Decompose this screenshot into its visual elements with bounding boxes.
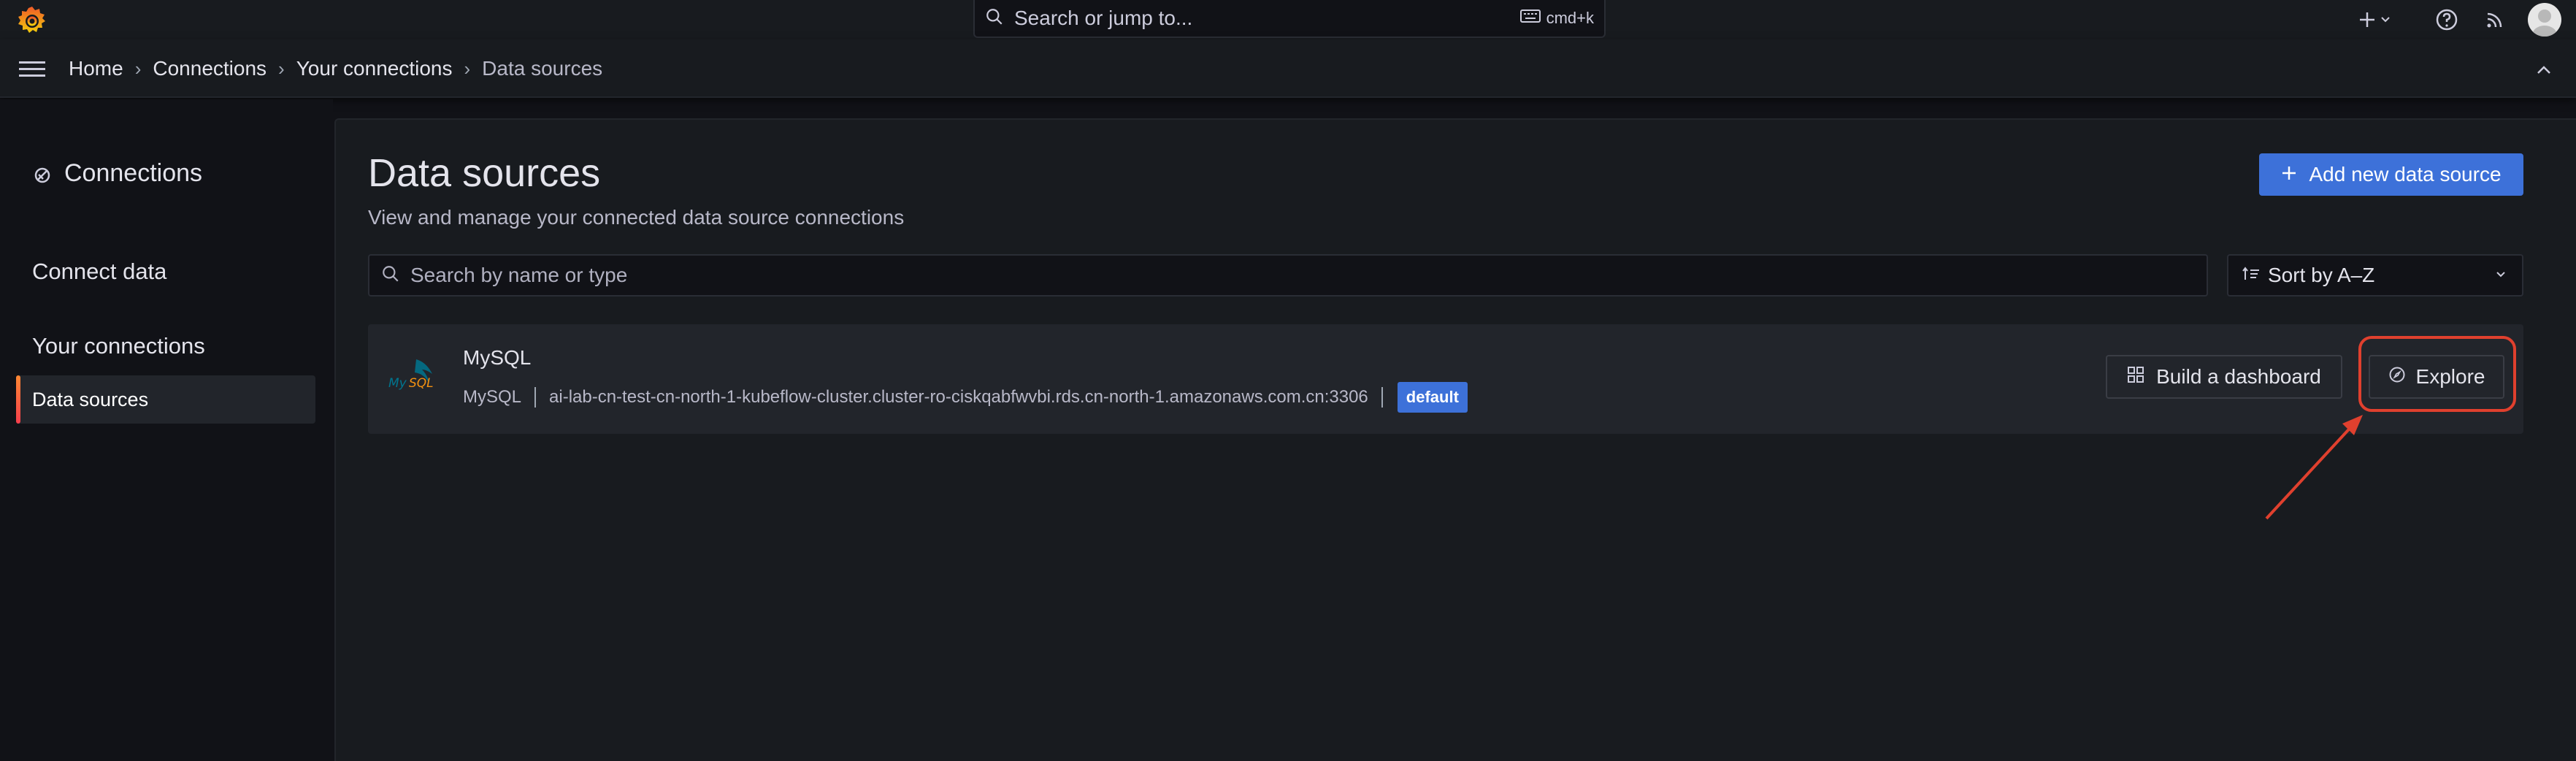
new-menu-button[interactable] [2355, 7, 2390, 32]
search-placeholder: Search by name or type [410, 264, 628, 286]
sidebar-item-data-sources[interactable]: Data sources [16, 375, 315, 424]
search-placeholder: Search or jump to... [1014, 7, 1193, 29]
datasource-card[interactable]: My SQL MySQL MySQL ai-lab-cn-test-cn-nor… [368, 324, 2523, 434]
build-dashboard-label: Build a dashboard [2156, 365, 2321, 388]
global-search-input[interactable]: Search or jump to... cmd+k [973, 0, 1606, 38]
shortcut-label: cmd+k [1546, 9, 1594, 27]
annotation-highlight-box [2358, 336, 2516, 412]
build-dashboard-button[interactable]: Build a dashboard [2106, 355, 2342, 399]
connections-icon [32, 164, 53, 184]
sort-icon [2242, 266, 2261, 286]
top-bar: Search or jump to... cmd+k [0, 0, 2576, 39]
sidebar-item-label: Data sources [32, 388, 149, 410]
breadcrumb-home[interactable]: Home [69, 57, 123, 80]
sidebar: Connections Connect data Your connection… [0, 99, 333, 761]
grafana-logo-icon[interactable] [16, 4, 48, 37]
datasource-search-input[interactable]: Search by name or type [368, 254, 2208, 297]
sidebar-item-connect-data[interactable]: Connect data [32, 259, 166, 285]
page-subtitle: View and manage your connected data sour… [368, 206, 905, 229]
datasource-meta: MySQL ai-lab-cn-test-cn-north-1-kubeflow… [463, 381, 1468, 413]
add-button-label: Add new data source [2309, 163, 2502, 186]
divider [1381, 387, 1383, 408]
keyboard-icon [1519, 9, 1541, 28]
default-badge: default [1397, 382, 1468, 413]
chevron-right-icon: › [464, 57, 471, 80]
sort-select[interactable]: Sort by A–Z [2227, 254, 2523, 297]
breadcrumb: Home › Connections › Your connections › … [69, 39, 602, 98]
chevron-down-icon [2493, 266, 2509, 286]
chevron-down-icon [2381, 17, 2390, 23]
breadcrumb-connections[interactable]: Connections [153, 57, 267, 80]
chevron-right-icon: › [134, 57, 142, 80]
sidebar-title: Connections [32, 159, 202, 188]
breadcrumb-data-sources: Data sources [482, 57, 603, 80]
apps-grid-icon [2127, 365, 2144, 389]
news-rss-icon[interactable] [2483, 7, 2507, 32]
sort-label: Sort by A–Z [2268, 264, 2375, 286]
plus-icon [2281, 163, 2297, 186]
annotation-arrow-icon [2256, 409, 2373, 526]
search-shortcut: cmd+k [1519, 9, 1594, 28]
sidebar-title-text: Connections [64, 159, 203, 187]
divider [534, 387, 537, 408]
datasource-name[interactable]: MySQL [463, 346, 531, 370]
sidebar-item-your-connections[interactable]: Your connections [32, 333, 205, 359]
user-avatar[interactable] [2528, 3, 2561, 37]
plus-icon [2360, 12, 2374, 27]
search-icon [985, 7, 1004, 30]
datasource-url: ai-lab-cn-test-cn-north-1-kubeflow-clust… [549, 387, 1368, 407]
page-title: Data sources [368, 151, 601, 195]
main-panel: Data sources View and manage your connec… [334, 118, 2576, 761]
add-new-data-source-button[interactable]: Add new data source [2259, 153, 2523, 196]
chevron-right-icon: › [278, 57, 285, 80]
chevron-up-icon[interactable] [2532, 61, 2556, 79]
search-icon [381, 264, 400, 287]
svg-text:My: My [388, 376, 407, 391]
breadcrumb-your-connections[interactable]: Your connections [296, 57, 453, 80]
datasource-type: MySQL [463, 387, 522, 407]
svg-text:SQL: SQL [409, 376, 434, 391]
nav-bar: Home › Connections › Your connections › … [0, 39, 2576, 98]
help-icon[interactable] [2434, 7, 2459, 32]
menu-hamburger-icon[interactable] [18, 57, 47, 82]
mysql-logo-icon: My SQL [387, 355, 442, 393]
